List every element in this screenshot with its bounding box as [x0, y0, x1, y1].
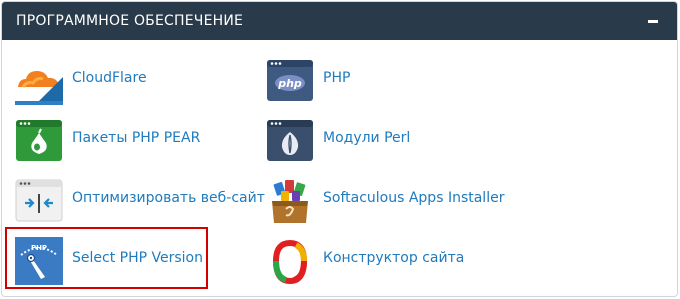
site-builder-icon	[272, 239, 308, 285]
cloudflare-icon	[15, 57, 63, 105]
perl-modules-icon	[267, 120, 313, 161]
collapse-button[interactable]	[643, 11, 663, 31]
item-label: Softaculous Apps Installer	[323, 190, 505, 206]
minus-icon	[648, 20, 658, 23]
softaculous-icon	[272, 180, 308, 223]
php-pear-icon	[16, 120, 62, 161]
item-label: Конструктор сайта	[323, 250, 465, 266]
svg-text:php: php	[277, 77, 302, 90]
panel-header: ПРОГРАММНОЕ ОБЕСПЕЧЕНИЕ	[2, 2, 677, 40]
item-label: Пакеты PHP PEAR	[72, 130, 201, 146]
selection-highlight	[5, 227, 208, 289]
item-label: Оптимизировать веб-сайт	[72, 190, 265, 206]
php-icon: php	[267, 60, 313, 101]
item-label: PHP	[323, 70, 351, 86]
optimize-website-icon	[15, 179, 63, 222]
item-label: CloudFlare	[72, 70, 147, 86]
panel-title: ПРОГРАММНОЕ ОБЕСПЕЧЕНИЕ	[16, 13, 244, 29]
item-label: Модули Perl	[323, 130, 411, 146]
